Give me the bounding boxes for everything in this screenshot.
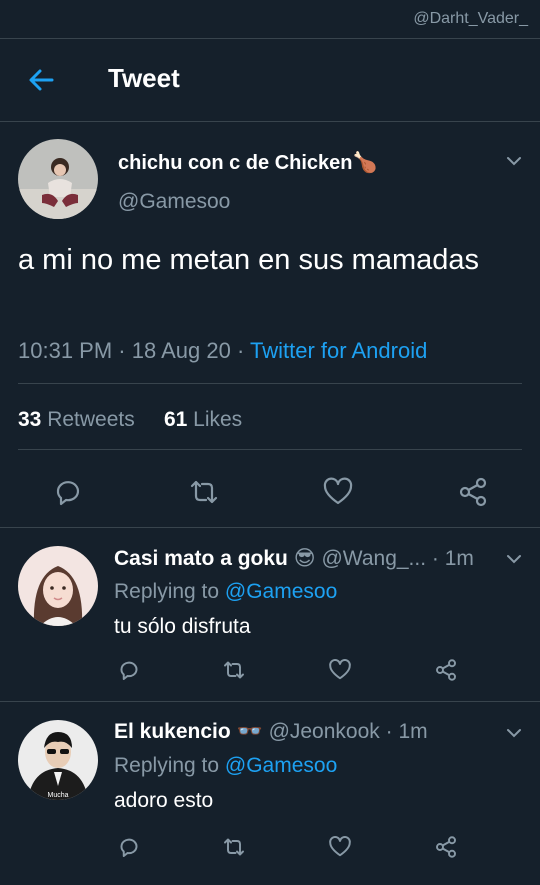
tweet-date: 18 Aug 20 bbox=[131, 338, 231, 363]
user-handle[interactable]: @Gamesoo bbox=[118, 190, 230, 214]
share-icon[interactable] bbox=[434, 835, 458, 859]
tweet-text: a mi no me metan en sus mamadas bbox=[18, 244, 479, 276]
reply-icon[interactable] bbox=[117, 658, 141, 682]
top-bar: Tweet bbox=[0, 38, 540, 122]
replying-to-link[interactable]: @Gamesoo bbox=[225, 580, 337, 603]
avatar-caption: Mucha bbox=[47, 792, 68, 799]
chevron-down-icon[interactable] bbox=[505, 152, 523, 170]
reply-text: tu sólo disfruta bbox=[114, 615, 251, 638]
back-arrow-icon[interactable] bbox=[26, 65, 56, 95]
display-name[interactable]: Casi mato a goku bbox=[114, 547, 288, 570]
retweets-stat[interactable]: 33 Retweets bbox=[18, 408, 135, 431]
tweet-stats: 33 Retweets 61 Likes bbox=[18, 408, 242, 432]
main-tweet: chichu con c de Chicken🍗 @Gamesoo a mi n… bbox=[0, 122, 540, 528]
avatar[interactable] bbox=[18, 546, 98, 626]
divider bbox=[18, 449, 522, 450]
watermark: @Darht_Vader_ bbox=[413, 10, 528, 27]
tweet-source-link[interactable]: Twitter for Android bbox=[250, 338, 427, 363]
user-handle[interactable]: @Wang_... bbox=[321, 547, 426, 570]
avatar[interactable]: Mucha bbox=[18, 720, 98, 800]
divider bbox=[18, 383, 522, 384]
tweet-time: 1m bbox=[444, 547, 474, 570]
drumstick-emoji: 🍗 bbox=[352, 152, 378, 174]
replying-to: Replying to @Gamesoo bbox=[114, 580, 338, 603]
reply-icon[interactable] bbox=[117, 835, 141, 859]
tweet-meta: 10:31 PM · 18 Aug 20 · Twitter for Andro… bbox=[18, 338, 428, 363]
reply-icon[interactable] bbox=[52, 476, 84, 508]
retweet-icon[interactable] bbox=[188, 476, 220, 508]
like-heart-icon[interactable] bbox=[328, 835, 352, 859]
reply-header: Casi mato a goku 😎 @Wang_... · 1m bbox=[114, 547, 474, 570]
share-icon[interactable] bbox=[457, 476, 489, 508]
chevron-down-icon[interactable] bbox=[505, 550, 523, 568]
tweet-time: 10:31 PM bbox=[18, 338, 113, 363]
like-heart-icon[interactable] bbox=[322, 476, 354, 508]
reply-header: El kukencio 👓 @Jeonkook · 1m bbox=[114, 720, 428, 743]
reply-text: adoro esto bbox=[114, 789, 214, 812]
reply-tweet[interactable]: Casi mato a goku 😎 @Wang_... · 1m Replyi… bbox=[0, 528, 540, 702]
chevron-down-icon[interactable] bbox=[505, 724, 523, 742]
display-name[interactable]: El kukencio bbox=[114, 720, 231, 743]
user-handle[interactable]: @Jeonkook bbox=[269, 720, 380, 743]
retweet-icon[interactable] bbox=[222, 835, 246, 859]
page-title: Tweet bbox=[108, 63, 180, 93]
replying-to: Replying to @Gamesoo bbox=[114, 754, 338, 777]
avatar[interactable] bbox=[18, 139, 98, 219]
replying-to-link[interactable]: @Gamesoo bbox=[225, 754, 337, 777]
share-icon[interactable] bbox=[434, 658, 458, 682]
sunglasses-emoji: 😎 bbox=[293, 547, 316, 570]
reply-tweet[interactable]: Mucha El kukencio 👓 @Jeonkook · 1m Reply… bbox=[0, 702, 540, 885]
like-heart-icon[interactable] bbox=[328, 658, 352, 682]
display-name[interactable]: chichu con c de Chicken🍗 bbox=[118, 150, 377, 175]
tweet-time: 1m bbox=[398, 720, 428, 743]
glasses-emoji: 👓 bbox=[236, 720, 263, 743]
retweet-icon[interactable] bbox=[222, 658, 246, 682]
likes-stat[interactable]: 61 Likes bbox=[164, 408, 242, 431]
